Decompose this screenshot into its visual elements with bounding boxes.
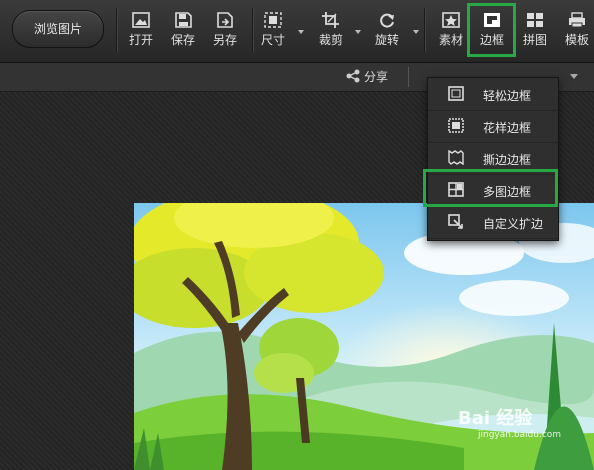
template-label: 模板 — [564, 33, 589, 47]
multi-image-frame-highlight — [423, 169, 558, 207]
collage-button[interactable]: 拼图 — [518, 10, 552, 54]
crop-icon — [322, 12, 339, 28]
watermark-url: jingyan.baidu.com — [478, 430, 562, 440]
share-icon — [346, 69, 360, 83]
collage-grid-icon — [527, 13, 543, 27]
save-button[interactable]: 保存 — [166, 10, 200, 54]
subbar-dropdown-caret[interactable] — [570, 74, 578, 79]
save-label: 保存 — [170, 33, 195, 47]
menu-item-label: 花样边框 — [483, 121, 532, 135]
template-printer-icon — [569, 12, 585, 28]
crop-label: 裁剪 — [318, 33, 343, 47]
open-image-icon — [132, 12, 150, 28]
menu-item-label: 轻松边框 — [483, 89, 532, 103]
torn-edge-frame-icon — [448, 150, 464, 165]
rotate-label: 旋转 — [374, 33, 399, 47]
simple-frame-icon — [448, 86, 464, 101]
main-toolbar: 浏览图片 打开 保存 另存 尺寸 裁剪 旋转 素材 边框 拼图 模板 — [0, 0, 594, 63]
resize-label: 尺寸 — [260, 33, 285, 47]
resize-button[interactable]: 尺寸 — [256, 10, 290, 54]
menu-item-simple-frame[interactable]: 轻松边框 — [428, 78, 558, 111]
save-as-icon — [217, 12, 233, 28]
toolbar-divider — [424, 8, 426, 52]
sticker-button[interactable]: 素材 — [434, 10, 468, 54]
frame-dropdown-menu: 轻松边框 花样边框 撕边边框 多图边框 自定义扩边 — [427, 77, 559, 241]
resize-dropdown-caret[interactable] — [298, 30, 304, 34]
collage-label: 拼图 — [522, 33, 547, 47]
menu-item-custom-expand[interactable]: 自定义扩边 — [428, 206, 558, 239]
baidu-watermark: Bai 经验 jingyan.baidu.com — [458, 404, 561, 440]
crop-button[interactable]: 裁剪 — [314, 10, 348, 54]
toolbar-divider — [116, 8, 118, 52]
resize-icon — [264, 12, 282, 28]
save-as-label: 另存 — [212, 33, 237, 47]
save-icon — [175, 12, 192, 28]
sticker-star-icon — [442, 12, 460, 28]
share-label: 分享 — [364, 70, 389, 84]
sticker-label: 素材 — [438, 33, 463, 47]
save-as-button[interactable]: 另存 — [208, 10, 242, 54]
menu-item-label: 撕边边框 — [483, 153, 532, 167]
browse-images-button[interactable]: 浏览图片 — [12, 10, 104, 48]
rotate-dropdown-caret[interactable] — [413, 30, 419, 34]
menu-item-label: 自定义扩边 — [483, 217, 544, 231]
share-button[interactable]: 分享 — [346, 68, 388, 85]
subbar-divider — [408, 67, 409, 87]
crop-dropdown-caret[interactable] — [355, 30, 361, 34]
pattern-frame-icon — [448, 118, 464, 133]
open-button[interactable]: 打开 — [124, 10, 158, 54]
rotate-icon — [380, 13, 394, 28]
toolbar-divider — [252, 8, 254, 52]
custom-expand-icon — [448, 214, 463, 229]
template-button[interactable]: 模板 — [560, 10, 594, 54]
menu-item-pattern-frame[interactable]: 花样边框 — [428, 110, 558, 143]
watermark-brand: Bai 经验 — [458, 408, 533, 429]
frame-button-highlight — [467, 3, 516, 57]
open-label: 打开 — [128, 33, 153, 47]
rotate-button[interactable]: 旋转 — [370, 10, 404, 54]
